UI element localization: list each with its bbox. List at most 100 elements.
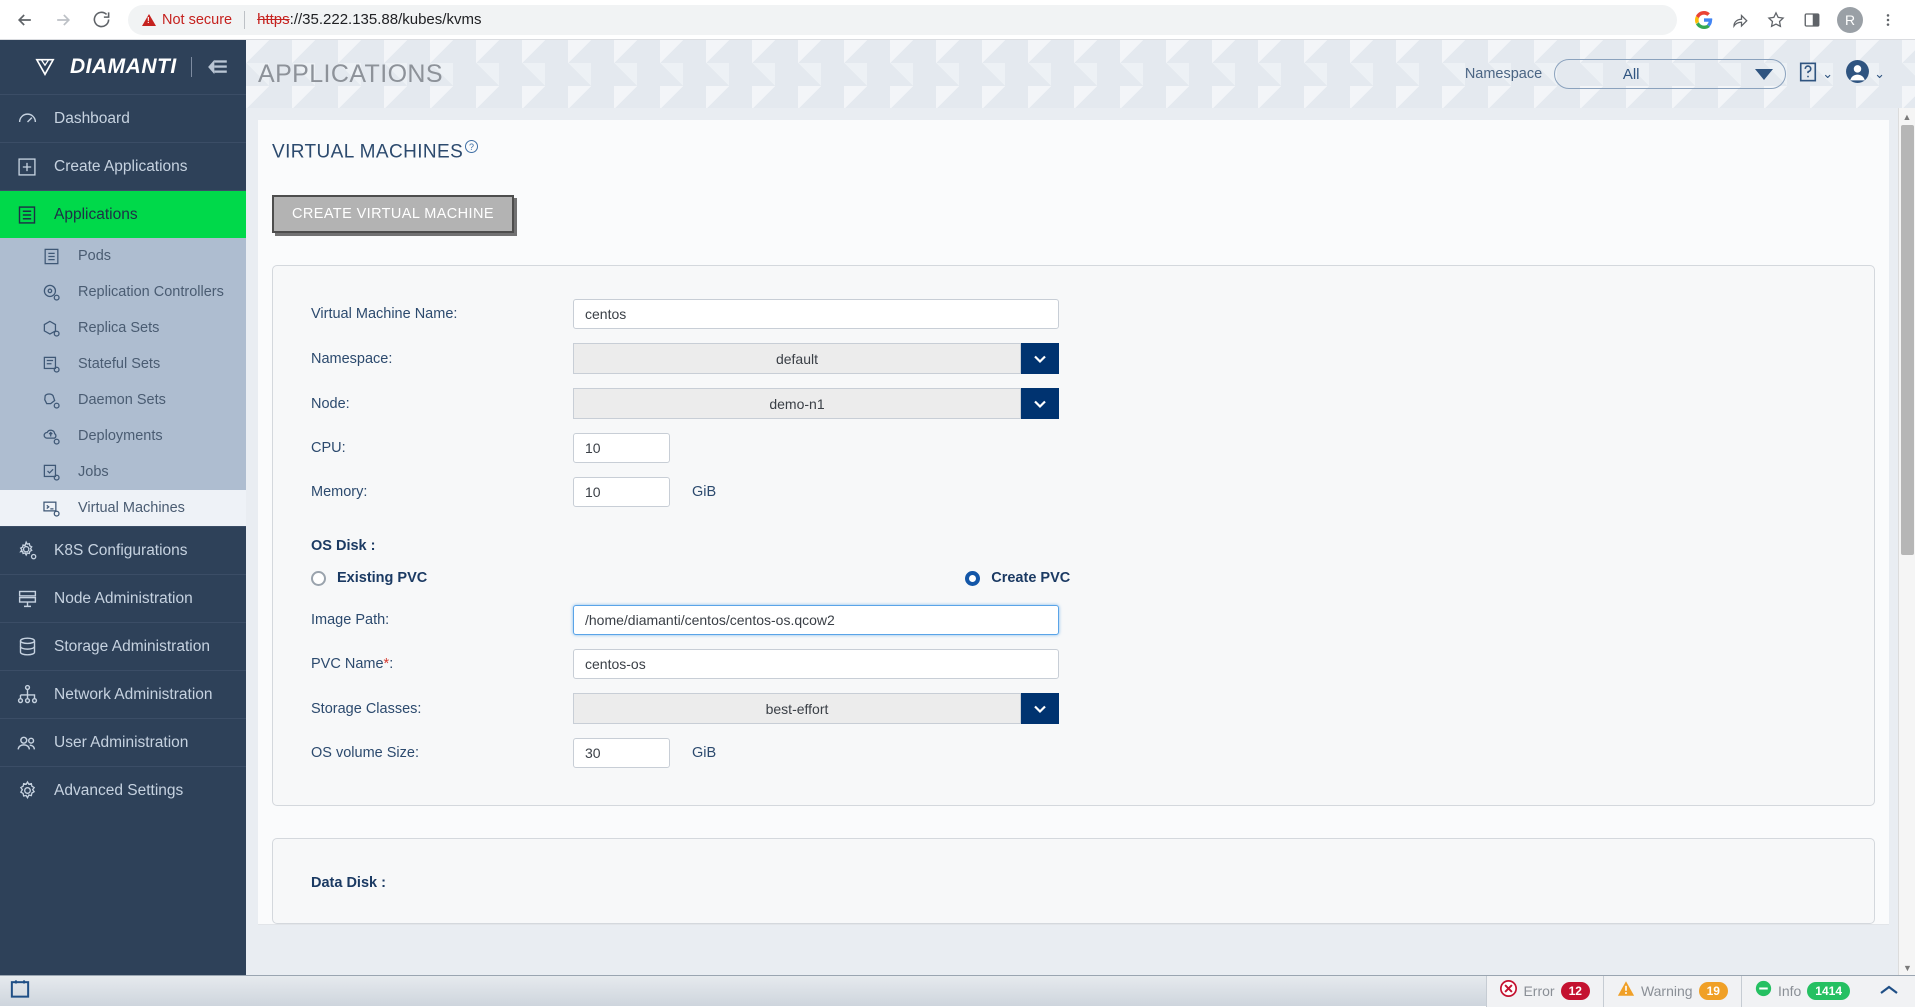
sidebar-item-k8s-configurations[interactable]: K8S Configurations	[0, 526, 246, 574]
field-node: Node: demo-n1	[273, 381, 1874, 426]
server-icon	[14, 588, 40, 609]
user-avatar-icon	[1845, 59, 1870, 89]
status-warning[interactable]: Warning 19	[1602, 975, 1741, 1007]
database-icon	[14, 636, 40, 657]
replication-controllers-icon	[38, 283, 64, 302]
sidebar-item-dashboard[interactable]: Dashboard	[0, 94, 246, 142]
chevron-up-icon[interactable]	[1863, 983, 1915, 1000]
sidebar-item-user-administration[interactable]: User Administration	[0, 718, 246, 766]
sidebar-subitem-label: Deployments	[78, 428, 163, 444]
user-menu[interactable]: ⌄	[1845, 59, 1885, 89]
os-volume-size-input[interactable]	[573, 738, 670, 769]
storage-classes-dropdown[interactable]: best-effort	[573, 693, 1059, 725]
settings-gear-icon	[14, 780, 40, 801]
main-content: APPLICATIONS Namespace All ⌄ ⌄ VIRTUAL M…	[246, 40, 1915, 1006]
scroll-down-icon[interactable]: ▼	[1899, 959, 1915, 976]
vertical-scrollbar[interactable]: ▲ ▼	[1898, 108, 1915, 976]
field-memory: Memory: GiB	[273, 470, 1874, 514]
error-label: Error	[1523, 983, 1555, 999]
label-colon: :	[389, 656, 394, 673]
error-icon	[1500, 980, 1518, 1002]
status-error[interactable]: Error 12	[1486, 975, 1602, 1007]
radio-create-pvc[interactable]: Create PVC	[965, 570, 1070, 586]
profile-avatar[interactable]: R	[1837, 6, 1863, 33]
sidebar-submenu: Pods Replication Controllers Replica Set…	[0, 238, 246, 526]
gear-icon	[14, 540, 40, 561]
sidebar-item-daemon-sets[interactable]: Daemon Sets	[0, 382, 246, 418]
vm-form-card: Virtual Machine Name: Namespace: default	[272, 265, 1875, 807]
data-disk-title: Data Disk :	[311, 875, 386, 892]
sidebar-item-virtual-machines[interactable]: Virtual Machines	[0, 490, 246, 526]
sidebar-subitem-label: Replica Sets	[78, 320, 160, 336]
forward-icon[interactable]	[46, 3, 80, 37]
reload-icon[interactable]	[84, 3, 118, 37]
jobs-icon	[38, 463, 64, 482]
back-icon[interactable]	[8, 3, 42, 37]
address-bar[interactable]: Not secure https://35.222.135.88/kubes/k…	[128, 4, 1677, 35]
help-menu[interactable]: ⌄	[1798, 61, 1833, 88]
field-label: CPU:	[311, 440, 346, 457]
diamond-logo-icon	[34, 57, 56, 77]
star-icon[interactable]	[1765, 9, 1787, 31]
sidebar-item-node-administration[interactable]: Node Administration	[0, 574, 246, 622]
namespace-label: Namespace	[1464, 66, 1543, 82]
namespace-selected-value: All	[1622, 65, 1640, 83]
security-indicator[interactable]: Not secure	[142, 12, 232, 28]
status-info[interactable]: Info 1414	[1740, 975, 1863, 1007]
namespace-dropdown[interactable]: default	[573, 343, 1059, 375]
chevron-down-icon[interactable]	[1021, 343, 1059, 375]
chevron-down-icon: ⌄	[1822, 66, 1834, 81]
sidebar-item-stateful-sets[interactable]: Stateful Sets	[0, 346, 246, 382]
browser-nav-buttons	[0, 3, 118, 37]
image-path-input[interactable]	[573, 605, 1059, 636]
sidebar-item-label: Dashboard	[54, 109, 130, 127]
sidebar-item-replica-sets[interactable]: Replica Sets	[0, 310, 246, 346]
info-count-badge: 1414	[1807, 982, 1850, 1000]
os-disk-radio-group: Existing PVC Create PVC	[273, 560, 1874, 598]
brand-divider	[190, 57, 192, 77]
chevron-down-icon	[1755, 68, 1774, 80]
memory-input[interactable]	[573, 477, 670, 508]
field-label: Storage Classes:	[311, 700, 422, 717]
chevron-down-icon[interactable]	[1021, 693, 1059, 725]
help-icon[interactable]: ?	[465, 140, 479, 153]
sidebar-item-deployments[interactable]: Deployments	[0, 418, 246, 454]
side-panel-icon[interactable]	[1801, 9, 1823, 31]
sidebar-item-advanced-settings[interactable]: Advanced Settings	[0, 766, 246, 814]
field-label: Node:	[311, 395, 350, 412]
field-label: Virtual Machine Name:	[311, 306, 458, 323]
collapse-sidebar-icon[interactable]	[206, 59, 228, 75]
sidebar-item-storage-administration[interactable]: Storage Administration	[0, 622, 246, 670]
scrollbar-thumb[interactable]	[1901, 125, 1914, 555]
calendar-icon[interactable]	[10, 980, 30, 1002]
sidebar-item-replication-controllers[interactable]: Replication Controllers	[0, 274, 246, 310]
google-icon[interactable]	[1693, 9, 1715, 31]
pvc-name-input[interactable]	[573, 649, 1059, 680]
vm-name-input[interactable]	[573, 299, 1059, 330]
chevron-down-icon[interactable]	[1021, 388, 1059, 420]
brand-name: DIAMANTI	[70, 55, 177, 78]
sidebar-item-label: K8S Configurations	[54, 541, 188, 559]
share-icon[interactable]	[1729, 9, 1751, 31]
radio-existing-pvc[interactable]: Existing PVC	[311, 570, 427, 586]
radio-label: Create PVC	[991, 570, 1071, 587]
sidebar-item-pods[interactable]: Pods	[0, 238, 246, 274]
create-virtual-machine-button[interactable]: CREATE VIRTUAL MACHINE	[272, 195, 514, 234]
sidebar-item-applications[interactable]: Applications	[0, 190, 246, 238]
sidebar-item-network-administration[interactable]: Network Administration	[0, 670, 246, 718]
scroll-up-icon[interactable]: ▲	[1899, 108, 1915, 125]
cpu-input[interactable]	[573, 433, 670, 464]
kebab-menu-icon[interactable]	[1877, 9, 1899, 31]
warning-triangle-icon	[142, 13, 156, 26]
namespace-select[interactable]: All	[1554, 59, 1787, 89]
storage-classes-dropdown-value[interactable]: best-effort	[573, 693, 1021, 725]
gauge-icon	[14, 108, 40, 129]
sidebar-item-create-applications[interactable]: Create Applications	[0, 142, 246, 190]
node-dropdown-value[interactable]: demo-n1	[573, 388, 1021, 420]
namespace-dropdown-value[interactable]: default	[573, 343, 1021, 375]
sidebar-item-jobs[interactable]: Jobs	[0, 454, 246, 490]
sidebar-item-label: Applications	[54, 205, 138, 223]
help-book-icon	[1798, 61, 1818, 88]
node-dropdown[interactable]: demo-n1	[573, 388, 1059, 420]
section-header: VIRTUAL MACHINES?	[258, 120, 1889, 177]
